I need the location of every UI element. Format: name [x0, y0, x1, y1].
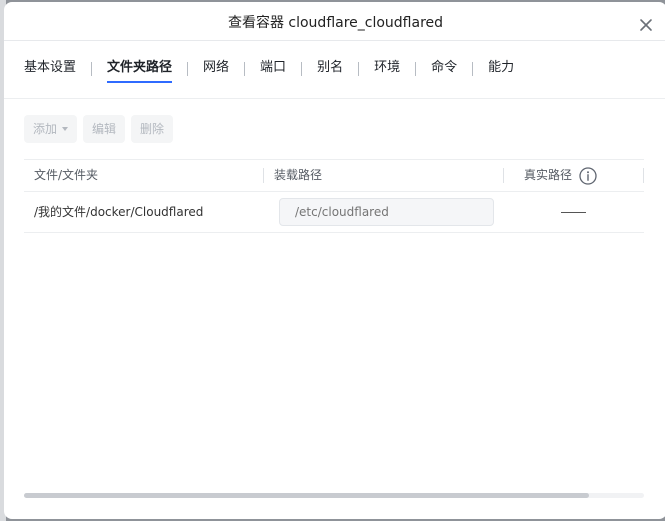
edit-button-label: 编辑 [92, 122, 117, 136]
column-header-real-path: 真实路径 [524, 168, 573, 182]
tab-capabilities[interactable]: 能力 [488, 55, 514, 83]
tab-divider [244, 62, 246, 76]
tab-ports[interactable]: 端口 [260, 55, 286, 83]
tab-bar: 基本设置 文件夹路径 网络 端口 别名 环境 命令 能力 [24, 54, 514, 84]
info-icon[interactable] [578, 166, 598, 186]
horizontal-scrollbar[interactable] [24, 493, 644, 498]
file-folder-path: /我的文件/docker/Cloudflared [34, 205, 204, 219]
column-header-mount-path: 装载路径 [274, 168, 323, 182]
tab-command[interactable]: 命令 [431, 55, 457, 83]
tab-divider [472, 62, 474, 76]
real-path-empty [561, 212, 586, 213]
tab-divider [301, 62, 303, 76]
close-icon[interactable] [635, 14, 657, 36]
tab-network[interactable]: 网络 [203, 55, 229, 83]
tab-divider [415, 62, 417, 76]
tab-environment[interactable]: 环境 [374, 55, 400, 83]
delete-button-label: 删除 [140, 122, 165, 136]
close-button[interactable] [635, 14, 657, 36]
table-row[interactable]: /我的文件/docker/Cloudflared [24, 192, 644, 233]
column-divider[interactable] [503, 168, 504, 183]
dialog-title: 查看容器 cloudflare_cloudflared [227, 15, 444, 31]
delete-button[interactable]: 删除 [131, 115, 174, 143]
tab-aliases[interactable]: 别名 [317, 55, 343, 83]
tab-divider [91, 62, 93, 76]
column-header-file-folder: 文件/文件夹 [34, 168, 99, 182]
tabs-divider [4, 98, 665, 99]
add-button-label: 添加 [33, 122, 58, 136]
folder-path-table: 文件/文件夹 装载路径 真实路径 /我的文件/docker/Cloudflare… [24, 159, 644, 233]
view-container-dialog: 查看容器 cloudflare_cloudflared 基本设置 文件夹路径 网… [4, 2, 665, 519]
toolbar: 添加 编辑 删除 [24, 115, 174, 143]
tab-divider [187, 62, 189, 76]
scrollbar-thumb[interactable] [24, 493, 589, 498]
table-header: 文件/文件夹 装载路径 真实路径 [24, 159, 644, 192]
edit-button[interactable]: 编辑 [83, 115, 126, 143]
caret-down-icon [62, 127, 69, 131]
tab-divider [358, 62, 360, 76]
tab-basic-settings[interactable]: 基本设置 [24, 55, 76, 83]
header-divider [4, 40, 665, 41]
mount-path-input[interactable] [279, 198, 494, 226]
add-button[interactable]: 添加 [24, 115, 78, 143]
column-divider[interactable] [263, 168, 264, 183]
column-divider[interactable] [643, 168, 644, 183]
tab-folder-paths[interactable]: 文件夹路径 [107, 55, 173, 83]
